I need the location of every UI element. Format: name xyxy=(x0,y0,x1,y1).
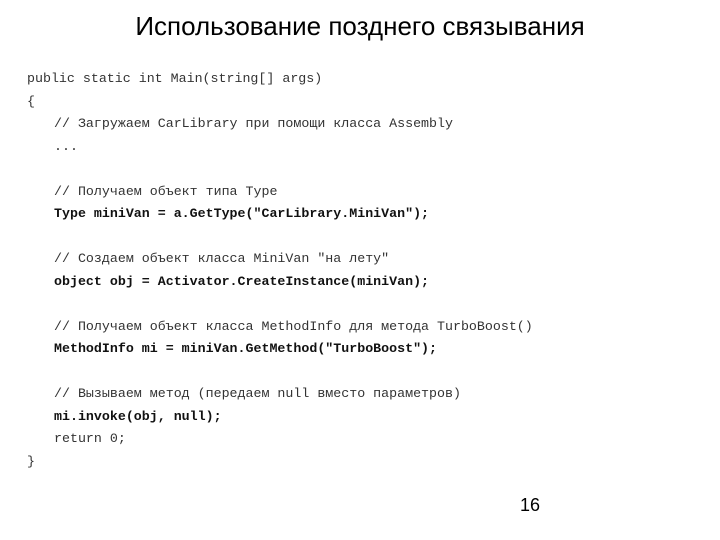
code-line: } xyxy=(27,453,35,469)
code-line: { xyxy=(27,93,35,109)
code-line: MethodInfo mi = miniVan.GetMethod("Turbo… xyxy=(54,341,438,356)
code-comment-line: // Создаем объект класса MiniVan "на лет… xyxy=(54,251,390,266)
code-block: public static int Main(string[] args) { //… xyxy=(27,68,533,473)
code-comment-line: // Вызываем метод (передаем null вместо … xyxy=(54,386,461,401)
slide-title: Использование позднего связывания xyxy=(135,11,585,41)
code-comment-line: // Получаем объект класса MethodInfo для… xyxy=(54,318,533,334)
code-comment-line: // Получаем объект типа Type xyxy=(54,183,278,199)
code-line: return 0; xyxy=(54,431,126,446)
code-comment-line: // Загружаем CarLibrary при помощи класс… xyxy=(54,116,453,131)
code-line: object obj = Activator.CreateInstance(mi… xyxy=(54,273,430,289)
code-line: Type miniVan = a.GetType("CarLibrary.Min… xyxy=(54,206,430,221)
code-line: mi.invoke(obj, null); xyxy=(54,408,222,424)
code-line: public static int Main(string[] args) xyxy=(27,71,323,86)
code-line: ... xyxy=(54,138,78,154)
page-number: 16 xyxy=(520,495,541,515)
